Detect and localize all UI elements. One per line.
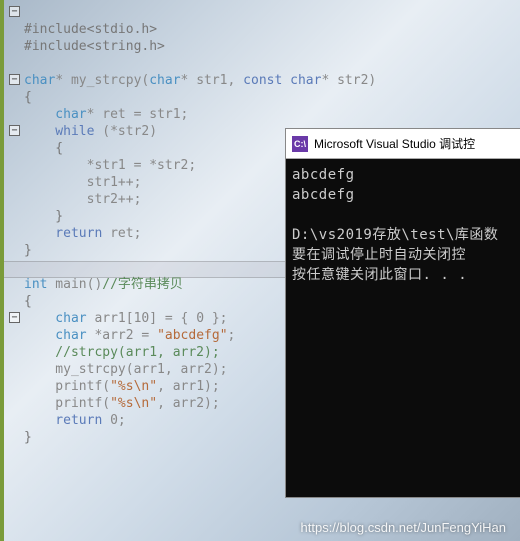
console-titlebar[interactable]: C:\ Microsoft Visual Studio 调试控 — [286, 129, 520, 159]
code-line: printf("%s\n", arr1); — [24, 379, 220, 394]
code-line: { — [24, 141, 63, 156]
fold-toggle-icon[interactable]: − — [9, 125, 20, 136]
fold-toggle-icon[interactable]: − — [9, 6, 20, 17]
code-line: } — [24, 243, 32, 258]
code-line: char* my_strcpy(char* str1, const char* … — [24, 73, 376, 88]
code-line: return 0; — [24, 413, 126, 428]
code-line: { — [24, 90, 32, 105]
console-line: 要在调试停止时自动关闭控 — [292, 247, 466, 263]
console-line: 按任意键关闭此窗口. . . — [292, 267, 467, 283]
console-line: D:\vs2019存放\test\库函数 — [292, 227, 498, 243]
fold-toggle-icon[interactable]: − — [9, 74, 20, 85]
console-output[interactable]: abcdefg abcdefg D:\vs2019存放\test\库函数 要在调… — [286, 159, 520, 291]
code-line: int main()//字符串拷贝 — [24, 277, 183, 292]
code-line: return ret; — [24, 226, 141, 241]
code-line: #include<stdio.h> — [24, 22, 157, 37]
code-line: #include<string.h> — [24, 39, 165, 54]
console-app-icon: C:\ — [292, 136, 308, 152]
code-line: } — [24, 209, 63, 224]
code-line: char* ret = str1; — [24, 107, 188, 122]
code-line: printf("%s\n", arr2); — [24, 396, 220, 411]
watermark-text: https://blog.csdn.net/JunFengYiHan — [301, 520, 506, 535]
code-line: } — [24, 430, 32, 445]
debug-console-window: C:\ Microsoft Visual Studio 调试控 abcdefg … — [285, 128, 520, 498]
console-line: abcdefg — [292, 187, 355, 203]
code-line: *str1 = *str2; — [24, 158, 196, 173]
code-line: str1++; — [24, 175, 141, 190]
code-line: char arr1[10] = { 0 }; — [24, 311, 228, 326]
code-line: str2++; — [24, 192, 141, 207]
console-title-text: Microsoft Visual Studio 调试控 — [314, 135, 475, 152]
console-line: abcdefg — [292, 167, 355, 183]
code-line: { — [24, 294, 32, 309]
code-line: while (*str2) — [24, 124, 157, 139]
code-line: my_strcpy(arr1, arr2); — [24, 362, 228, 377]
code-line: char *arr2 = "abcdefg"; — [24, 328, 235, 343]
code-line: //strcpy(arr1, arr2); — [24, 345, 220, 360]
fold-toggle-icon[interactable]: − — [9, 312, 20, 323]
